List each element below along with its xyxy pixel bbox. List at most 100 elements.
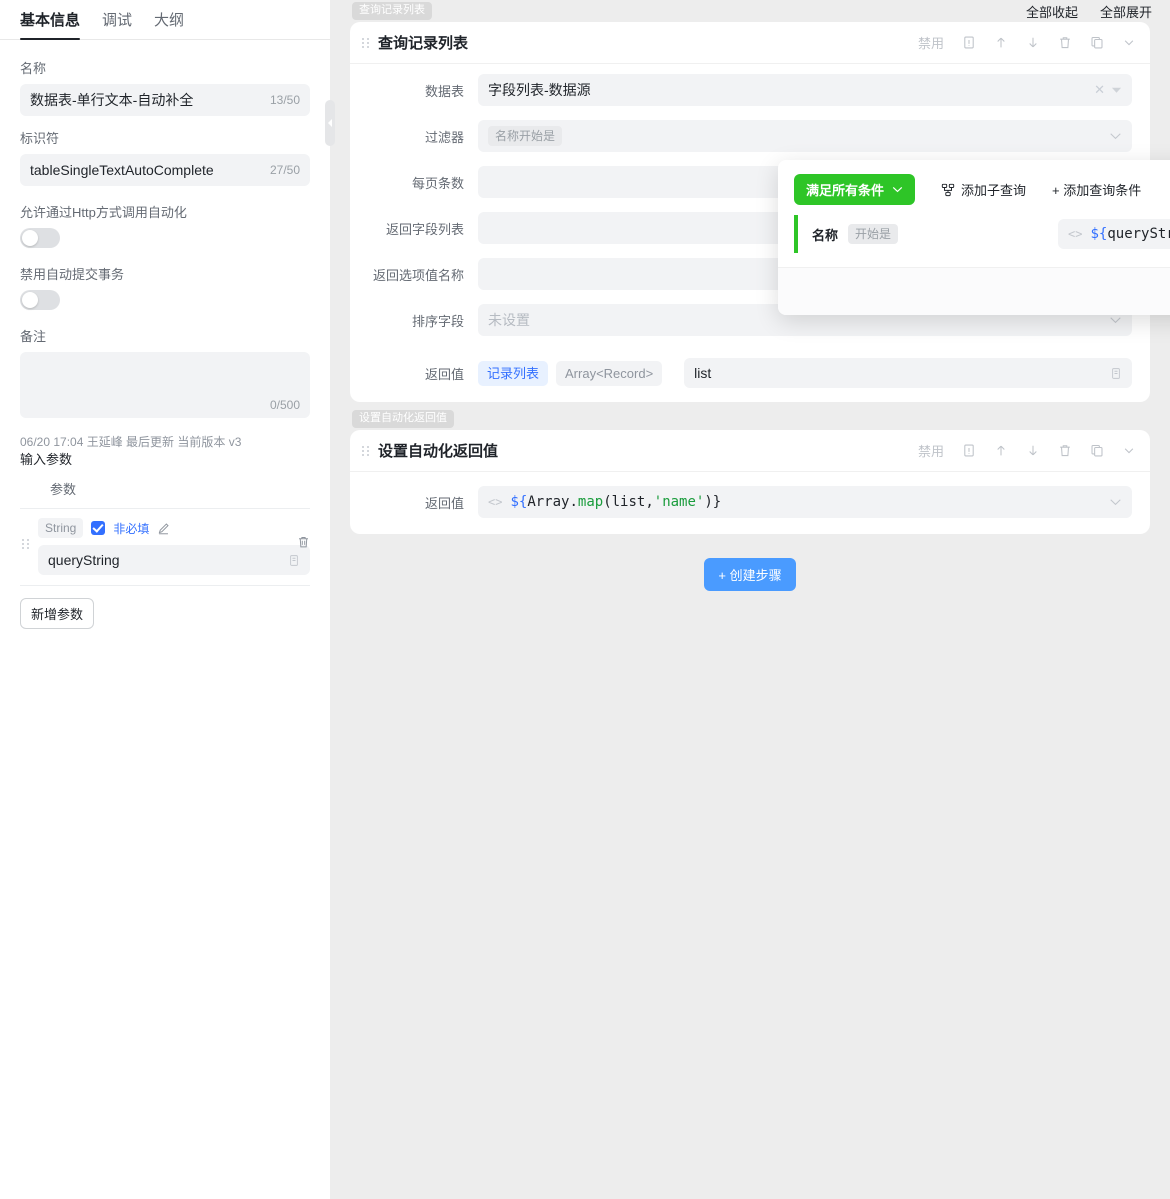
note-icon[interactable] xyxy=(962,443,976,458)
edit-pencil-icon[interactable] xyxy=(157,522,170,535)
name-label: 名称 xyxy=(20,61,47,76)
data-table-value: 字段列表-数据源 xyxy=(488,82,591,98)
add-condition-button[interactable]: + 添加查询条件 xyxy=(1052,180,1141,199)
move-down-icon[interactable] xyxy=(1026,35,1040,50)
return-row-query-records: 返回值 记录列表 Array<Record> list xyxy=(350,354,1150,402)
last-updated-meta: 06/20 17:04 王延峰 最后更新 当前版本 v3 xyxy=(20,435,242,449)
move-down-icon[interactable] xyxy=(1026,443,1040,458)
tab-debug[interactable]: 调试 xyxy=(102,11,132,39)
row-label-return-fields: 返回字段列表 xyxy=(385,221,464,237)
chevron-down-icon[interactable] xyxy=(1122,35,1136,50)
txn-toggle-label: 禁用自动提交事务 xyxy=(20,267,125,282)
param-column-header: 参数 xyxy=(20,469,310,509)
add-param-button[interactable]: 新增参数 xyxy=(20,598,95,629)
auto-commit-toggle[interactable] xyxy=(20,290,60,310)
drag-handle-icon[interactable] xyxy=(20,517,32,549)
row-label-data-table: 数据表 xyxy=(424,83,464,99)
condition-value-input[interactable]: <> ${queryString} xyxy=(1058,219,1170,249)
card-toolbar-query-records: 禁用 xyxy=(918,33,1136,52)
param-optional-checkbox[interactable] xyxy=(91,521,106,535)
tab-debug-label: 调试 xyxy=(102,12,133,29)
chevron-down-icon[interactable] xyxy=(1122,443,1136,458)
param-main: String 非必填 queryString xyxy=(38,517,310,575)
expand-all-button[interactable]: 全部展开 xyxy=(1100,2,1152,21)
card-drag-handle-icon[interactable] xyxy=(362,445,370,456)
return-expression-input[interactable]: <> ${Array.map(list,'name')} xyxy=(478,486,1132,518)
param-name-input[interactable]: queryString xyxy=(38,545,310,575)
remark-textarea[interactable]: 0/500 xyxy=(20,352,310,418)
filter-tag: 名称开始是 xyxy=(488,126,563,146)
popover-toolbar: 满足所有条件 添加子查询 + 添加查询条件 xyxy=(778,160,1170,205)
caret-down-icon[interactable] xyxy=(1111,86,1122,94)
card-drag-handle-icon[interactable] xyxy=(362,37,370,48)
return-type-pill: 记录列表 xyxy=(478,360,549,386)
create-step-button[interactable]: + 创建步骤 xyxy=(704,558,796,591)
filter-condition-popover: 满足所有条件 添加子查询 + 添加查询条件 名称 开始是 <> ${queryS… xyxy=(778,160,1170,315)
tab-basic-info[interactable]: 基本信息 xyxy=(20,11,81,40)
tab-outline-label: 大纲 xyxy=(154,12,185,29)
param-meta: String 非必填 xyxy=(38,517,310,539)
top-actions: 全部收起 全部展开 xyxy=(1026,2,1152,21)
param-optional-label: 非必填 xyxy=(113,521,150,536)
add-step-wrap: + 创建步骤 xyxy=(330,558,1170,591)
row-label-page-size: 每页条数 xyxy=(411,175,464,191)
param-delete-icon[interactable] xyxy=(297,535,310,549)
filter-select[interactable]: 名称开始是 xyxy=(478,120,1132,152)
return-variable-input[interactable]: list xyxy=(684,358,1132,388)
code-angle-icon: <> xyxy=(1068,227,1083,241)
match-mode-label: 满足所有条件 xyxy=(806,183,885,198)
app-root: 基本信息 调试 大纲 名称 数据表-单行文本-自动补全 13/50 标识符 ta… xyxy=(0,0,1170,1199)
return-expression-value: ${Array.map(list,'name')} xyxy=(510,494,722,510)
subquery-icon xyxy=(941,183,955,197)
copy-icon[interactable] xyxy=(288,554,300,567)
row-filter: 过滤器 名称开始是 xyxy=(368,120,1132,152)
chevron-down-icon[interactable] xyxy=(1109,316,1122,324)
sidebar-collapse-handle[interactable] xyxy=(325,100,335,146)
collapse-all-button[interactable]: 全部收起 xyxy=(1026,2,1078,21)
match-mode-select[interactable]: 满足所有条件 xyxy=(794,174,916,205)
identifier-input-value: tableSingleTextAutoComplete xyxy=(30,162,214,178)
sidebar-tabs: 基本信息 调试 大纲 xyxy=(0,0,330,40)
row-label-return-option-names: 返回选项值名称 xyxy=(372,267,464,283)
main-canvas: 全部收起 全部展开 查询记录列表 查询记录列表 禁用 数据表 字段列表-数据源 … xyxy=(330,0,1170,1199)
tab-basic-info-label: 基本信息 xyxy=(20,12,81,29)
move-up-icon[interactable] xyxy=(994,35,1008,50)
card-header-query-records: 查询记录列表 禁用 xyxy=(350,22,1150,64)
node-chip-set-return: 设置自动化返回值 xyxy=(352,410,454,428)
identifier-counter: 27/50 xyxy=(269,163,300,177)
param-type-pill: String xyxy=(38,518,84,538)
add-subquery-button[interactable]: 添加子查询 xyxy=(941,180,1026,199)
row-label-return-expression: 返回值 xyxy=(424,495,464,511)
trash-icon[interactable] xyxy=(1058,35,1072,50)
name-input-value: 数据表-单行文本-自动补全 xyxy=(30,92,194,108)
param-row: String 非必填 queryString xyxy=(20,509,310,586)
clear-icon[interactable]: ✕ xyxy=(1094,82,1105,98)
disable-button[interactable]: 禁用 xyxy=(918,441,944,460)
sort-field-placeholder: 未设置 xyxy=(488,312,530,328)
add-subquery-label: 添加子查询 xyxy=(961,183,1027,198)
trash-icon[interactable] xyxy=(1058,443,1072,458)
tab-outline[interactable]: 大纲 xyxy=(154,11,184,39)
sidebar-body: 名称 数据表-单行文本-自动补全 13/50 标识符 tableSingleTe… xyxy=(0,40,330,629)
chevron-down-icon[interactable] xyxy=(1109,132,1122,140)
card-title-set-return: 设置自动化返回值 xyxy=(378,443,499,460)
condition-operator[interactable]: 开始是 xyxy=(848,224,899,244)
row-return-expression: 返回值 <> ${Array.map(list,'name')} xyxy=(368,486,1132,518)
note-icon[interactable] xyxy=(962,35,976,50)
card-set-return-value: 设置自动化返回值 禁用 返回值 <> ${Array.map(list,'nam… xyxy=(350,430,1150,534)
disable-button[interactable]: 禁用 xyxy=(918,33,944,52)
copy-icon[interactable] xyxy=(1090,443,1104,458)
copy-icon[interactable] xyxy=(1090,35,1104,50)
remark-counter: 0/500 xyxy=(269,398,300,412)
copy-icon[interactable] xyxy=(1110,367,1122,380)
http-toggle[interactable] xyxy=(20,228,60,248)
chevron-down-icon[interactable] xyxy=(1109,498,1122,506)
http-toggle-label: 允许通过Http方式调用自动化 xyxy=(20,205,187,220)
remark-label: 备注 xyxy=(20,329,47,344)
return-label: 返回值 xyxy=(424,366,464,382)
move-up-icon[interactable] xyxy=(994,443,1008,458)
row-label-filter: 过滤器 xyxy=(424,129,464,145)
identifier-input[interactable]: tableSingleTextAutoComplete 27/50 xyxy=(20,154,310,186)
data-table-select[interactable]: 字段列表-数据源 ✕ xyxy=(478,74,1132,106)
name-input[interactable]: 数据表-单行文本-自动补全 13/50 xyxy=(20,84,310,116)
